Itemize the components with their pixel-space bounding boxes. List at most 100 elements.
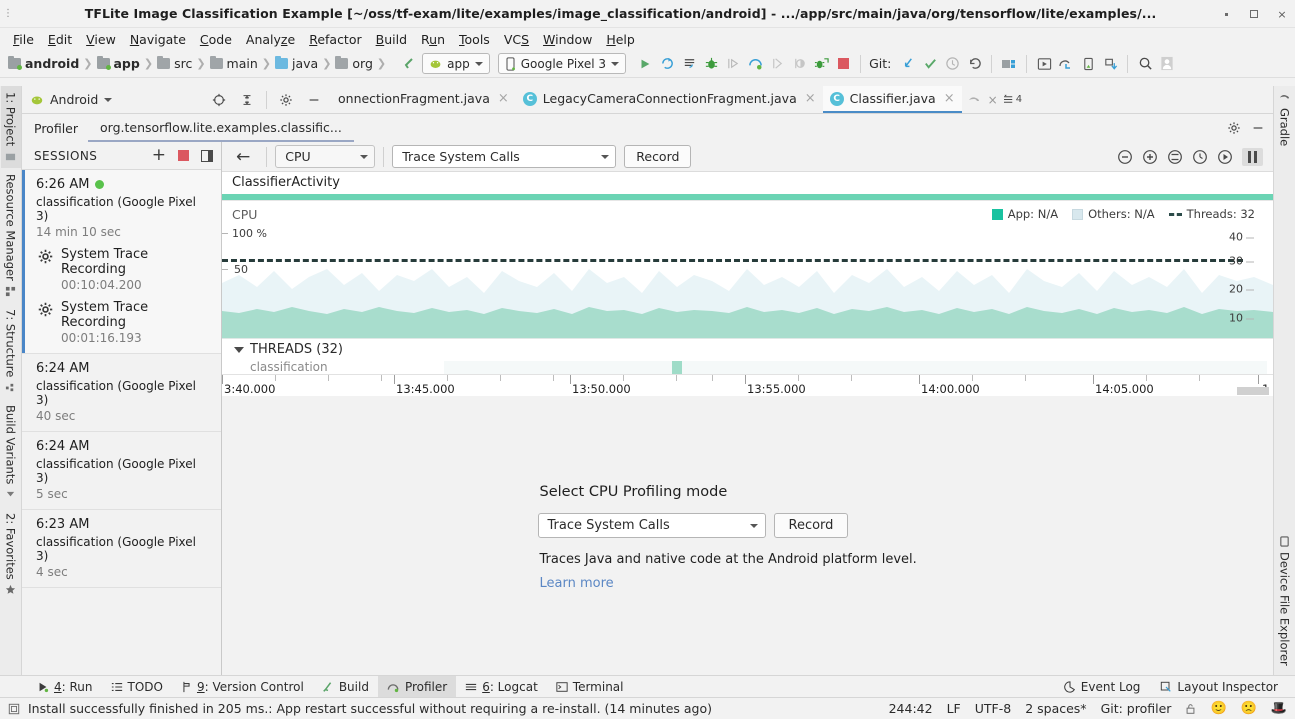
window-menu-icon[interactable]: ⋮: [0, 8, 16, 19]
menu-vcs[interactable]: VCS: [497, 30, 536, 49]
debug-button[interactable]: [700, 53, 722, 75]
minimize-icon[interactable]: [1251, 121, 1265, 135]
close-icon[interactable]: ×: [988, 93, 998, 107]
close-icon[interactable]: ×: [805, 91, 816, 106]
session-recording[interactable]: System Trace Recording 00:01:16.193: [36, 300, 211, 345]
live-toggle-icon[interactable]: [1217, 149, 1233, 165]
pause-button[interactable]: [1242, 148, 1263, 166]
gear-icon[interactable]: [1227, 121, 1241, 135]
revert-icon[interactable]: [963, 53, 985, 75]
breadcrumb-src[interactable]: src: [155, 56, 194, 71]
stop-button[interactable]: [832, 53, 854, 75]
tool-window-terminal[interactable]: Terminal: [547, 676, 633, 698]
update-project-icon[interactable]: [897, 53, 919, 75]
status-message[interactable]: Install successfully finished in 205 ms.…: [28, 701, 712, 716]
breadcrumb-java[interactable]: java: [273, 56, 320, 71]
time-axis[interactable]: 3:40.000 13:45.000 13:50.000 13:55.000 1…: [222, 374, 1273, 396]
tool-window-build[interactable]: Build: [313, 676, 378, 698]
zoom-out-icon[interactable]: [1117, 149, 1133, 165]
toggle-breakpoint-icon[interactable]: [788, 53, 810, 75]
apply-changes-button[interactable]: [656, 53, 678, 75]
sidebar-item-device-file-explorer[interactable]: Device File Explorer: [1275, 530, 1295, 672]
split-view-button[interactable]: [201, 150, 213, 162]
avd-manager-alt-icon[interactable]: [1055, 53, 1077, 75]
project-view-selector[interactable]: Android: [22, 92, 208, 107]
stage-record-button[interactable]: Record: [774, 513, 849, 538]
menu-edit[interactable]: Edit: [41, 30, 79, 49]
breadcrumb-android[interactable]: android: [6, 56, 81, 71]
sync-gradle-icon[interactable]: [1099, 53, 1121, 75]
file-encoding[interactable]: UTF-8: [975, 701, 1011, 716]
editor-tab-connectionfragment[interactable]: onnectionFragment.java ×: [331, 86, 516, 113]
tool-window-event-log[interactable]: Event Log: [1055, 676, 1150, 698]
session-item[interactable]: 6:24 AM classification (Google Pixel 3) …: [22, 432, 221, 510]
tool-window-version-control[interactable]: 9: Version Control: [172, 676, 313, 698]
gradle-tab-icon[interactable]: [968, 94, 982, 106]
hide-icon[interactable]: [303, 89, 325, 111]
cpu-usage-chart[interactable]: CPU 100 % 50 App: N/A Others: N/A: [222, 200, 1273, 338]
step-over-icon[interactable]: [766, 53, 788, 75]
sad-face-icon[interactable]: 🙁: [1241, 701, 1257, 716]
add-session-button[interactable]: +: [152, 147, 166, 164]
session-item[interactable]: 6:23 AM classification (Google Pixel 3) …: [22, 510, 221, 588]
profile-button[interactable]: [744, 53, 766, 75]
sidebar-item-gradle[interactable]: Gradle: [1275, 86, 1295, 152]
tool-window-layout-inspector[interactable]: Layout Inspector: [1151, 676, 1287, 698]
run-button[interactable]: [634, 53, 656, 75]
session-item[interactable]: 6:24 AM classification (Google Pixel 3) …: [22, 354, 221, 432]
stage-selector[interactable]: CPU: [275, 145, 375, 168]
sdk-manager-icon[interactable]: [998, 53, 1020, 75]
attach-debugger-icon[interactable]: [810, 53, 832, 75]
learn-more-link[interactable]: Learn more: [538, 576, 958, 591]
tab-list-icon[interactable]: 4: [1004, 94, 1022, 105]
menu-code[interactable]: Code: [193, 30, 239, 49]
tool-window-todo[interactable]: TODO: [102, 676, 172, 698]
close-button[interactable]: ×: [1275, 7, 1289, 21]
device-selector[interactable]: Google Pixel 3: [498, 53, 626, 74]
zoom-in-icon[interactable]: [1142, 149, 1158, 165]
trace-mode-selector[interactable]: Trace System Calls: [392, 145, 616, 168]
menu-run[interactable]: Run: [414, 30, 452, 49]
git-branch[interactable]: Git: profiler: [1101, 701, 1172, 716]
sidebar-item-build-variants[interactable]: Build Variants: [1, 399, 21, 506]
back-arrow-icon[interactable]: [398, 53, 420, 75]
menu-view[interactable]: View: [79, 30, 123, 49]
history-icon[interactable]: [941, 53, 963, 75]
profiler-process-tab[interactable]: org.tensorflow.lite.examples.classific..…: [88, 115, 354, 142]
session-item[interactable]: 6:26 AM classification (Google Pixel 3) …: [22, 170, 221, 354]
menu-analyze[interactable]: Analyze: [239, 30, 302, 49]
zoom-reset-icon[interactable]: [1167, 149, 1183, 165]
horizontal-scrollbar[interactable]: [1237, 387, 1269, 395]
profiling-mode-selector[interactable]: Trace System Calls: [538, 513, 766, 538]
threads-section-header[interactable]: THREADS (32): [222, 338, 1273, 360]
menu-help[interactable]: Help: [599, 30, 642, 49]
hat-icon[interactable]: 🎩: [1271, 701, 1287, 716]
sidebar-item-structure[interactable]: 7: Structure: [1, 303, 21, 399]
thread-row[interactable]: classification: [222, 360, 1273, 374]
sidebar-item-favorites[interactable]: 2: Favorites: [1, 507, 21, 602]
maximize-button[interactable]: [1247, 7, 1261, 21]
user-account-icon[interactable]: [1156, 53, 1178, 75]
line-separator[interactable]: LF: [947, 701, 961, 716]
stop-session-button[interactable]: [178, 150, 189, 161]
indent-setting[interactable]: 2 spaces*: [1025, 701, 1086, 716]
menu-navigate[interactable]: Navigate: [123, 30, 193, 49]
menu-build[interactable]: Build: [369, 30, 414, 49]
lock-icon[interactable]: [1185, 703, 1196, 715]
menu-window[interactable]: Window: [536, 30, 599, 49]
target-icon[interactable]: [208, 89, 230, 111]
caret-position[interactable]: 244:42: [889, 701, 933, 716]
device-monitor-icon[interactable]: [1077, 53, 1099, 75]
editor-tab-legacycameraconnectionfragment[interactable]: C LegacyCameraConnectionFragment.java ×: [516, 86, 823, 113]
back-button[interactable]: ←: [228, 147, 258, 167]
close-icon[interactable]: ×: [944, 91, 955, 106]
run-with-coverage-button[interactable]: [722, 53, 744, 75]
menu-refactor[interactable]: Refactor: [302, 30, 368, 49]
breadcrumb-app[interactable]: app: [95, 56, 142, 71]
search-everywhere-icon[interactable]: [1134, 53, 1156, 75]
session-recording[interactable]: System Trace Recording 00:10:04.200: [36, 247, 211, 292]
record-button[interactable]: Record: [624, 145, 691, 168]
commit-icon[interactable]: [919, 53, 941, 75]
minimize-button[interactable]: [1219, 7, 1233, 21]
tool-window-logcat[interactable]: 6: Logcat: [456, 676, 547, 698]
